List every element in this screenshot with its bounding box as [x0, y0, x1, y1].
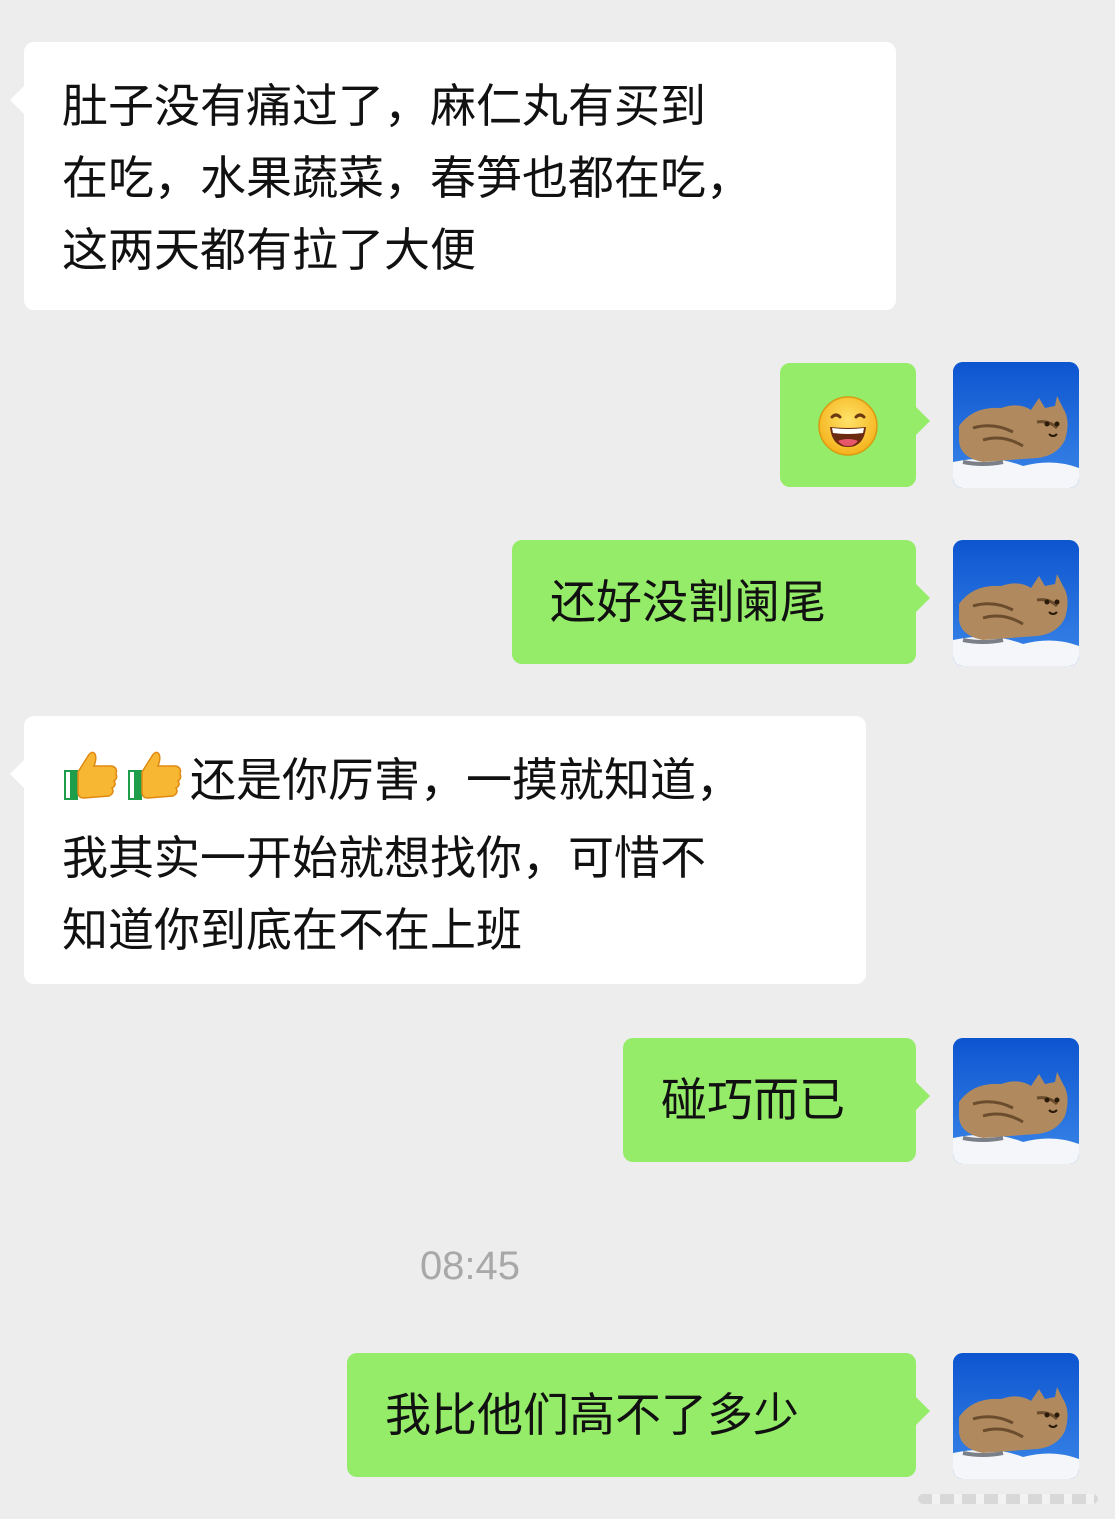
message-text-line: 我其实一开始就想找你，可惜不: [62, 831, 706, 885]
outgoing-message-bubble[interactable]: 我比他们高不了多少: [347, 1353, 930, 1477]
message-first-line: 还是你厉害，一摸就知道，: [62, 744, 828, 822]
message-text-line: 知道你到底在不在上班: [62, 903, 522, 957]
message-text: 还好没割阑尾: [550, 575, 826, 629]
incoming-message-bubble[interactable]: 肚子没有痛过了，麻仁丸有买到 在吃，水果蔬菜，春笋也都在吃， 这两天都有拉了大便: [10, 42, 896, 310]
lynx-photo-avatar[interactable]: [953, 540, 1079, 666]
timestamp: 08:45: [419, 1244, 521, 1288]
message-text: 我比他们高不了多少: [385, 1388, 799, 1442]
message-text: 碰巧而已: [661, 1073, 845, 1127]
message-text-line: 在吃，水果蔬菜，春笋也都在吃，: [62, 151, 752, 205]
grinning-face-emoji: [816, 393, 880, 477]
lynx-photo-avatar[interactable]: [953, 1353, 1079, 1479]
outgoing-message-bubble[interactable]: 还好没割阑尾: [512, 540, 930, 664]
lynx-photo-avatar[interactable]: [953, 362, 1079, 488]
outgoing-message-bubble[interactable]: [780, 363, 930, 487]
watermark-bar: [918, 1494, 1098, 1504]
message-text-line: 肚子没有痛过了，麻仁丸有买到: [62, 79, 706, 133]
thumbs-up-emoji: [62, 748, 120, 822]
outgoing-message-bubble[interactable]: 碰巧而已: [623, 1038, 930, 1162]
message-text-line: 还是你厉害，一摸就知道，: [190, 753, 742, 807]
chat-view: 肚子没有痛过了，麻仁丸有买到 在吃，水果蔬菜，春笋也都在吃， 这两天都有拉了大便: [0, 0, 1115, 1519]
incoming-message-bubble[interactable]: 还是你厉害，一摸就知道， 我其实一开始就想找你，可惜不 知道你到底在不在上班: [10, 716, 866, 984]
thumbs-up-emoji: [126, 748, 184, 822]
message-text-line: 这两天都有拉了大便: [62, 223, 476, 277]
lynx-photo-avatar[interactable]: [953, 1038, 1079, 1164]
